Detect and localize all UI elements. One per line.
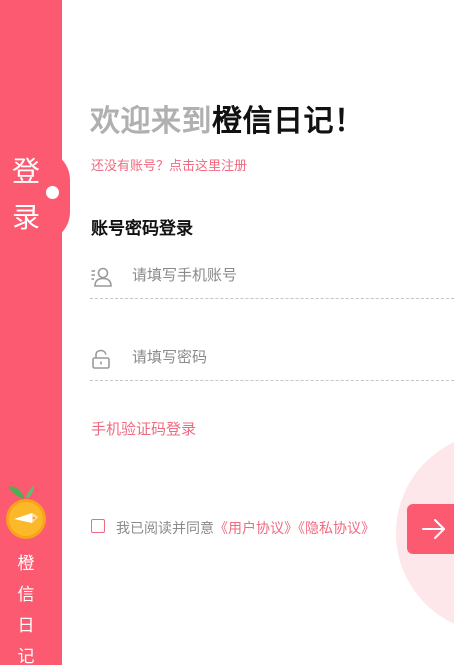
welcome-prefix: 欢迎来到	[90, 104, 212, 139]
agreement-checkbox[interactable]	[91, 519, 105, 533]
user-agreement-link[interactable]: 《用户协议》	[214, 521, 298, 537]
account-input[interactable]	[132, 262, 432, 288]
login-page: 登 录 橙 信 日 记 欢迎来到橙信日记！ 还没有账号？点击这里注册 账号密码登…	[0, 0, 454, 665]
app-name-char-2: 信	[17, 585, 35, 605]
active-indicator-dot	[46, 186, 59, 199]
password-field	[90, 340, 454, 381]
lock-icon	[92, 349, 110, 369]
account-field	[90, 258, 454, 299]
welcome-app-name: 橙信日记	[212, 104, 334, 139]
login-tab-char-2: 录	[11, 201, 40, 234]
agreement-text: 我已阅读并同意《用户协议》《隐私协议》	[116, 518, 375, 538]
arrow-right-icon	[422, 519, 445, 539]
password-input[interactable]	[132, 344, 432, 370]
app-name-char-3: 日	[17, 616, 35, 636]
orange-pen-logo	[6, 485, 46, 539]
welcome-suffix: ！	[334, 104, 365, 139]
register-link[interactable]: 还没有账号？点击这里注册	[91, 155, 247, 174]
app-name-char-4: 记	[17, 647, 35, 665]
app-name-char-1: 橙	[17, 554, 35, 574]
sms-login-link[interactable]: 手机验证码登录	[91, 418, 196, 439]
section-title: 账号密码登录	[91, 219, 193, 239]
submit-button[interactable]	[407, 504, 454, 554]
page-title: 欢迎来到橙信日记！	[90, 96, 365, 140]
agreement-prefix: 我已阅读并同意	[116, 521, 214, 537]
login-tab-char-1: 登	[11, 155, 40, 188]
user-icon	[91, 267, 112, 287]
privacy-policy-link[interactable]: 《隐私协议》	[298, 521, 375, 537]
